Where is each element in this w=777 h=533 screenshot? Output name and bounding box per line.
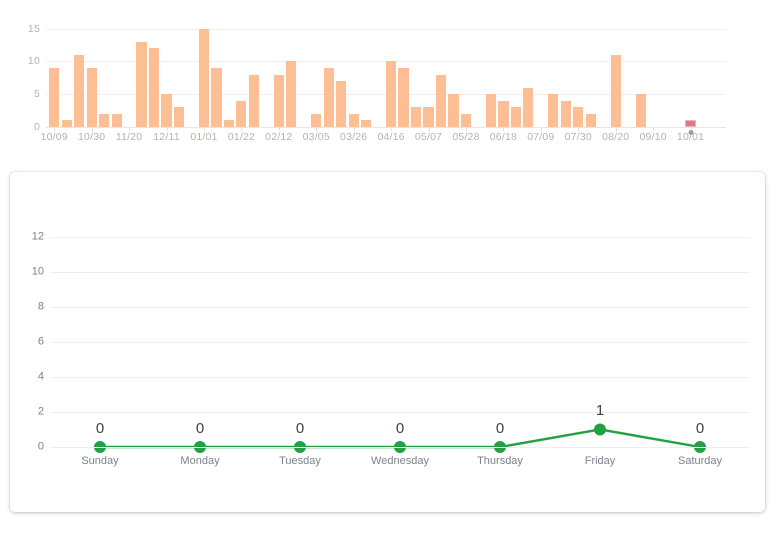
bar-chart-x-tick-label: 07/09 (527, 131, 555, 143)
bar[interactable] (74, 54, 85, 127)
bar-chart-x-tick-label: 03/26 (340, 131, 368, 143)
bar[interactable] (211, 67, 222, 127)
line-chart-gridline (50, 306, 750, 308)
bar[interactable] (323, 67, 334, 127)
bar[interactable] (86, 67, 97, 127)
line-chart-y-tick-label: 10 (31, 265, 44, 278)
bar-chart-y-tick-label: 5 (33, 87, 40, 100)
bar-chart-baseline (46, 127, 726, 128)
line-chart-y-tick-label: 0 (37, 440, 44, 453)
bar[interactable] (311, 113, 322, 127)
bar[interactable] (573, 107, 584, 127)
bar[interactable] (485, 94, 497, 127)
line-chart-data-label: 0 (195, 420, 205, 437)
bar[interactable] (99, 113, 110, 127)
line-chart-gridline (50, 341, 750, 343)
bar-chart-y-tick-label: 10 (27, 55, 40, 68)
line-chart-data-label: 0 (95, 420, 105, 437)
bar[interactable] (111, 113, 122, 127)
bar[interactable] (460, 113, 472, 127)
bar-chart-x-tick-label: 03/05 (302, 131, 330, 143)
line-chart-x-tick-label: Friday (584, 455, 616, 467)
bar[interactable] (635, 94, 646, 127)
bar[interactable] (410, 107, 422, 127)
bar[interactable] (435, 74, 447, 127)
line-chart-plot-area: 0 2 4 6 8 10 12 0 0 0 0 0 1 0 (32, 219, 750, 453)
bar[interactable] (273, 74, 284, 127)
line-chart-gridline (50, 411, 750, 413)
bar-chart-x-tick-label: 06/18 (489, 131, 518, 143)
bar-chart-y-tick-label: 15 (27, 22, 40, 35)
bar-chart-x-tick-label: 11/20 (115, 131, 143, 143)
bar-chart-panel: 0 5 10 15 10/09 10/30 11/20 12/11 01/01 01/22 02/1… (0, 0, 777, 150)
bar[interactable] (336, 81, 347, 127)
bar-chart-x-tick-label: 10/09 (40, 131, 68, 143)
bar[interactable] (148, 48, 160, 127)
bar-chart-x-tick-label: 04/16 (377, 131, 405, 143)
line-chart-x-tick-label: Sunday (81, 455, 119, 467)
bar[interactable] (49, 67, 60, 127)
line-chart-x-tick-label: Tuesday (279, 455, 321, 467)
bar-chart-x-tick-label: 08/20 (602, 131, 630, 143)
bar[interactable] (198, 28, 210, 127)
bar[interactable] (498, 100, 509, 127)
bar[interactable] (286, 61, 297, 127)
bar[interactable] (348, 113, 359, 127)
bar-chart-x-tick-label: 12/11 (153, 131, 180, 143)
bar-chart-selection-marker-icon (688, 130, 694, 135)
bar-chart-x-tick-label: 02/12 (265, 131, 293, 143)
line-chart-y-tick-label: 4 (37, 370, 44, 383)
line-chart-x-tick-label: Thursday (477, 455, 523, 467)
bar[interactable] (236, 100, 247, 127)
line-chart-x-tick-label: Saturday (677, 455, 723, 467)
bar[interactable] (161, 94, 172, 127)
line-chart-card: 0 2 4 6 8 10 12 0 0 0 0 0 1 0 Sunday Monday Tuesday Wedn… (10, 172, 765, 512)
bar-chart-x-tick-label: 05/07 (414, 131, 443, 143)
bar-chart-x-tick-label: 01/01 (190, 131, 218, 143)
line-chart-x-tick-label: Monday (180, 455, 220, 467)
bar[interactable] (585, 113, 596, 127)
line-chart-data-point[interactable] (594, 423, 606, 436)
bar[interactable] (560, 100, 571, 127)
line-chart-x-tick-label: Wednesday (371, 455, 429, 467)
line-chart-y-tick-label: 6 (37, 335, 44, 348)
line-chart-gridline (50, 236, 750, 238)
line-chart-data-label: 0 (495, 420, 505, 437)
line-chart-gridline (50, 447, 750, 448)
bar[interactable] (610, 54, 621, 127)
bar[interactable] (448, 94, 459, 127)
bar[interactable] (386, 61, 397, 127)
bar-chart-x-tick-label: 09/10 (639, 131, 667, 143)
line-chart-data-label: 0 (695, 420, 705, 437)
bar-chart-x-tick-label: 05/28 (452, 131, 480, 143)
line-chart-y-tick-label: 8 (37, 300, 44, 313)
bar-chart-x-tick-label: 10/30 (78, 131, 106, 143)
bar[interactable] (136, 41, 147, 127)
bar[interactable] (423, 107, 434, 127)
line-chart-data-label: 0 (295, 420, 305, 437)
bar[interactable] (173, 107, 185, 127)
bar[interactable] (548, 94, 559, 127)
line-chart-y-tick-label: 12 (31, 230, 44, 243)
line-chart-y-tick-label: 2 (37, 405, 44, 418)
bar-chart-plot-area (46, 22, 726, 127)
bar[interactable] (248, 74, 259, 127)
bar[interactable] (523, 87, 534, 127)
line-chart-gridline (50, 271, 750, 273)
bar-chart-y-tick-label: 0 (33, 120, 40, 133)
bar-chart-x-tick-label: 01/22 (227, 131, 256, 143)
line-chart-data-label: 0 (395, 420, 405, 437)
bar[interactable] (510, 107, 521, 127)
bar-chart-gridline (46, 28, 726, 30)
bar-chart-x-tick-label: 07/30 (564, 131, 592, 143)
line-chart-gridline (50, 376, 750, 378)
bar[interactable] (398, 67, 409, 127)
line-chart-data-label: 1 (595, 402, 605, 420)
